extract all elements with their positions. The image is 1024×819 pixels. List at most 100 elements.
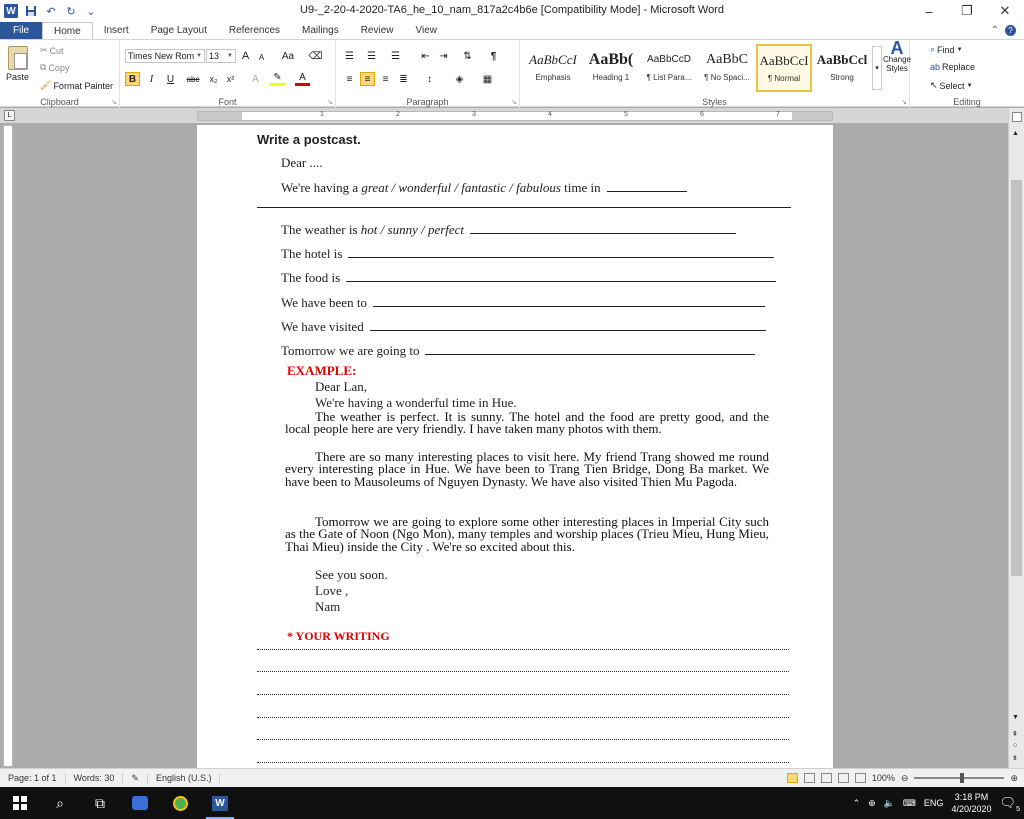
find-button[interactable]: ⌕ Find ▼ <box>930 44 963 55</box>
word-app-icon[interactable]: W <box>4 4 18 18</box>
borders-icon[interactable]: ▦ <box>480 72 495 86</box>
writing-line[interactable] <box>257 694 789 695</box>
notification-center-icon[interactable]: 🗨 5 <box>999 795 1020 813</box>
language-status[interactable]: English (U.S.) <box>148 773 221 783</box>
windows-start-icon[interactable] <box>0 787 40 819</box>
horizontal-ruler[interactable]: 1 2 3 4 5 6 7 <box>197 111 833 121</box>
redo-icon[interactable]: ↻ <box>64 4 78 18</box>
line-spacing-icon[interactable]: ↕ <box>422 72 437 86</box>
next-page-icon[interactable]: ⇟ <box>1012 754 1018 762</box>
font-size-combo[interactable]: 13 ▼ <box>206 49 236 63</box>
word-taskbar-icon[interactable]: W <box>200 787 240 819</box>
help-icon[interactable]: ? <box>1005 25 1016 36</box>
font-name-combo[interactable]: Times New Rom ▼ <box>125 49 205 63</box>
style-heading-1[interactable]: AaBb( Heading 1 <box>583 44 639 92</box>
volume-icon[interactable]: 🔈 <box>884 798 895 809</box>
numbering-icon[interactable]: ☰ <box>364 49 379 63</box>
print-layout-view-icon[interactable] <box>786 773 798 783</box>
align-center-icon[interactable]: ≡ <box>360 72 375 86</box>
select-button[interactable]: ↖ Select ▼ <box>930 80 973 91</box>
bold-button[interactable]: B <box>125 72 140 86</box>
style-normal[interactable]: AaBbCcI ¶ Normal <box>756 44 812 92</box>
chat-app-icon[interactable] <box>120 787 160 819</box>
zoom-level[interactable]: 100% <box>872 773 895 783</box>
network-icon[interactable]: ⊕ <box>868 798 876 809</box>
save-icon[interactable] <box>24 4 38 18</box>
tab-review[interactable]: Review <box>350 22 405 39</box>
previous-page-icon[interactable]: ⇞ <box>1012 730 1018 738</box>
tab-file[interactable]: File <box>0 22 42 39</box>
writing-line[interactable] <box>257 762 789 763</box>
grow-font-button[interactable]: A <box>238 49 253 63</box>
multilevel-list-icon[interactable]: ☰ <box>388 49 403 63</box>
vertical-ruler[interactable] <box>3 125 13 767</box>
taskbar-clock[interactable]: 3:18 PM 4/20/2020 <box>951 791 991 815</box>
subscript-button[interactable]: x₂ <box>206 72 221 86</box>
zoom-slider[interactable] <box>914 773 1005 783</box>
text-effects-icon[interactable]: A <box>248 72 263 86</box>
browse-object-icon[interactable]: ○ <box>1013 742 1017 749</box>
tab-references[interactable]: References <box>218 22 291 39</box>
paragraph-launcher-icon[interactable]: ↘ <box>511 98 517 106</box>
align-right-icon[interactable]: ≡ <box>378 72 393 86</box>
tab-selector[interactable]: L <box>4 110 15 121</box>
writing-line[interactable] <box>257 739 789 740</box>
input-method-icon[interactable]: ⌨ <box>903 798 916 809</box>
paste-button[interactable]: Paste <box>6 46 29 82</box>
styles-launcher-icon[interactable]: ↘ <box>901 98 907 106</box>
vertical-scrollbar[interactable]: ▲ ▼ ⇞ ○ ⇟ <box>1008 108 1024 768</box>
style-no-spacing[interactable]: AaBbC ¶ No Spaci... <box>699 44 755 92</box>
change-styles-button[interactable]: A Change Styles <box>883 39 911 73</box>
align-left-icon[interactable]: ≡ <box>342 72 357 86</box>
italic-button[interactable]: I <box>144 72 159 86</box>
close-button[interactable]: ✕ <box>986 0 1024 22</box>
input-language[interactable]: ENG <box>924 798 944 808</box>
change-case-button[interactable]: Aa <box>278 49 298 63</box>
zoom-in-icon[interactable]: ⊕ <box>1010 773 1018 784</box>
page-count[interactable]: Page: 1 of 1 <box>0 773 66 783</box>
ruler-toggle-icon[interactable] <box>1012 112 1022 122</box>
shading-icon[interactable]: ◈ <box>452 72 467 86</box>
proofing-status[interactable]: ✎ <box>123 772 148 784</box>
justify-icon[interactable]: ≣ <box>396 72 411 86</box>
search-icon[interactable]: ⌕ <box>40 787 80 819</box>
underline-button[interactable]: U <box>163 72 178 86</box>
clear-formatting-icon[interactable]: ⌫ <box>308 49 323 63</box>
vertical-scroll-thumb[interactable] <box>1011 180 1022 576</box>
restore-button[interactable]: ❐ <box>948 0 986 22</box>
task-view-icon[interactable]: ⧉ <box>80 787 120 819</box>
styles-scroll-icon[interactable]: ▾ <box>872 46 882 90</box>
minimize-button[interactable]: – <box>910 0 948 22</box>
font-color-icon[interactable]: A <box>295 72 310 86</box>
browser-icon[interactable] <box>160 787 200 819</box>
font-launcher-icon[interactable]: ↘ <box>327 98 333 106</box>
increase-indent-icon[interactable]: ⇥ <box>436 49 451 63</box>
style-list-paragraph[interactable]: AaBbCcD ¶ List Para... <box>641 44 697 92</box>
writing-line[interactable] <box>257 649 789 650</box>
scroll-up-icon[interactable]: ▲ <box>1012 130 1019 137</box>
bullets-icon[interactable]: ☰ <box>342 49 357 63</box>
writing-line[interactable] <box>257 717 789 718</box>
style-strong[interactable]: AaBbCcl Strong <box>814 44 870 92</box>
tab-insert[interactable]: Insert <box>93 22 140 39</box>
draft-view-icon[interactable] <box>854 773 866 783</box>
tab-page-layout[interactable]: Page Layout <box>140 22 218 39</box>
style-emphasis[interactable]: AaBbCcI Emphasis <box>525 44 581 92</box>
writing-line[interactable] <box>257 671 789 672</box>
word-count[interactable]: Words: 30 <box>66 773 124 783</box>
shrink-font-button[interactable]: A <box>254 50 269 64</box>
customize-qat-icon[interactable]: ⌄ <box>84 4 98 18</box>
copy-button[interactable]: ⧉ Copy <box>40 62 69 73</box>
decrease-indent-icon[interactable]: ⇤ <box>418 49 433 63</box>
outline-view-icon[interactable] <box>837 773 849 783</box>
highlight-icon[interactable]: ✎ <box>270 72 285 86</box>
format-painter-button[interactable]: 🖌 Format Painter <box>40 80 113 91</box>
superscript-button[interactable]: x² <box>223 72 238 86</box>
scroll-down-icon[interactable]: ▼ <box>1012 714 1019 721</box>
show-formatting-button[interactable]: ¶ <box>486 49 501 63</box>
tab-mailings[interactable]: Mailings <box>291 22 350 39</box>
sort-icon[interactable]: ⇅ <box>460 49 475 63</box>
zoom-out-icon[interactable]: ⊖ <box>901 773 909 784</box>
full-screen-view-icon[interactable] <box>803 773 815 783</box>
zoom-slider-knob[interactable] <box>960 773 965 783</box>
